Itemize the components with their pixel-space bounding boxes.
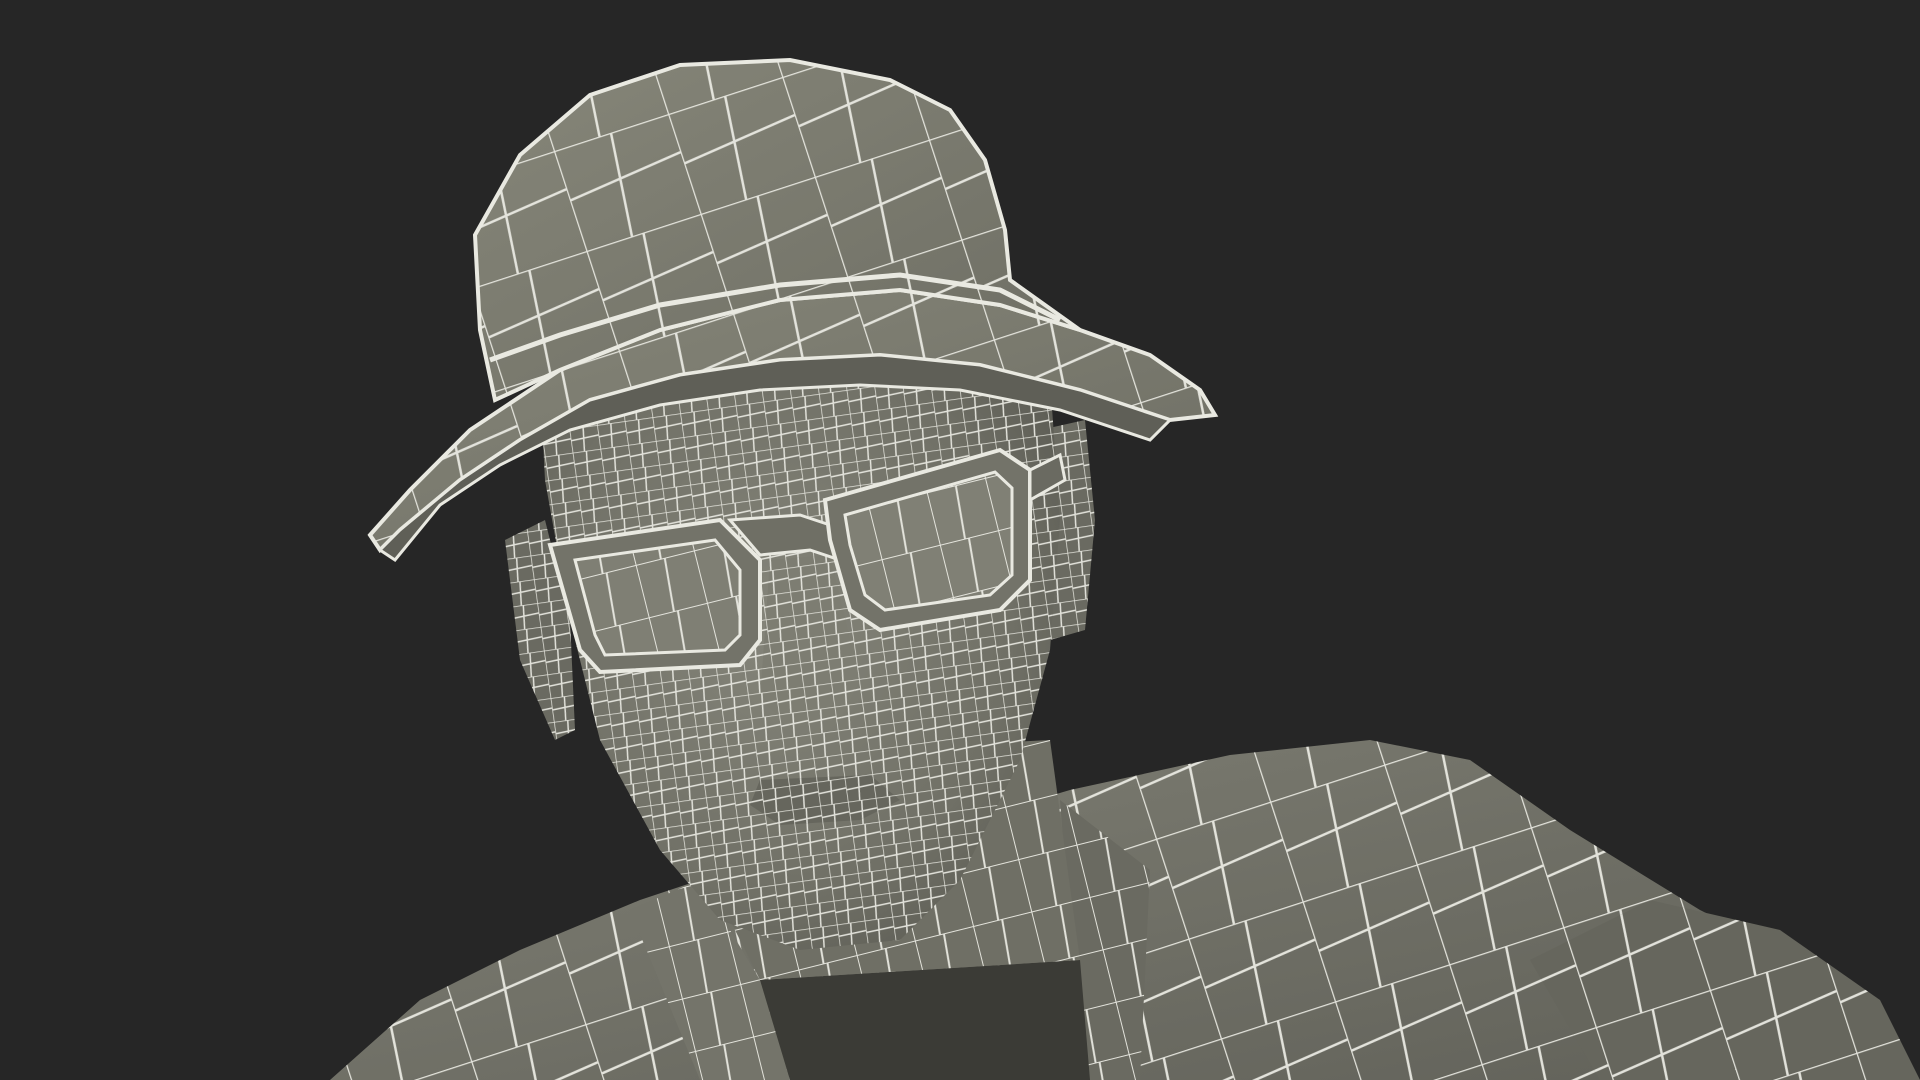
wireframe-render-viewport: [0, 0, 1920, 1080]
wireframe-model-svg: [330, 57, 1920, 1080]
